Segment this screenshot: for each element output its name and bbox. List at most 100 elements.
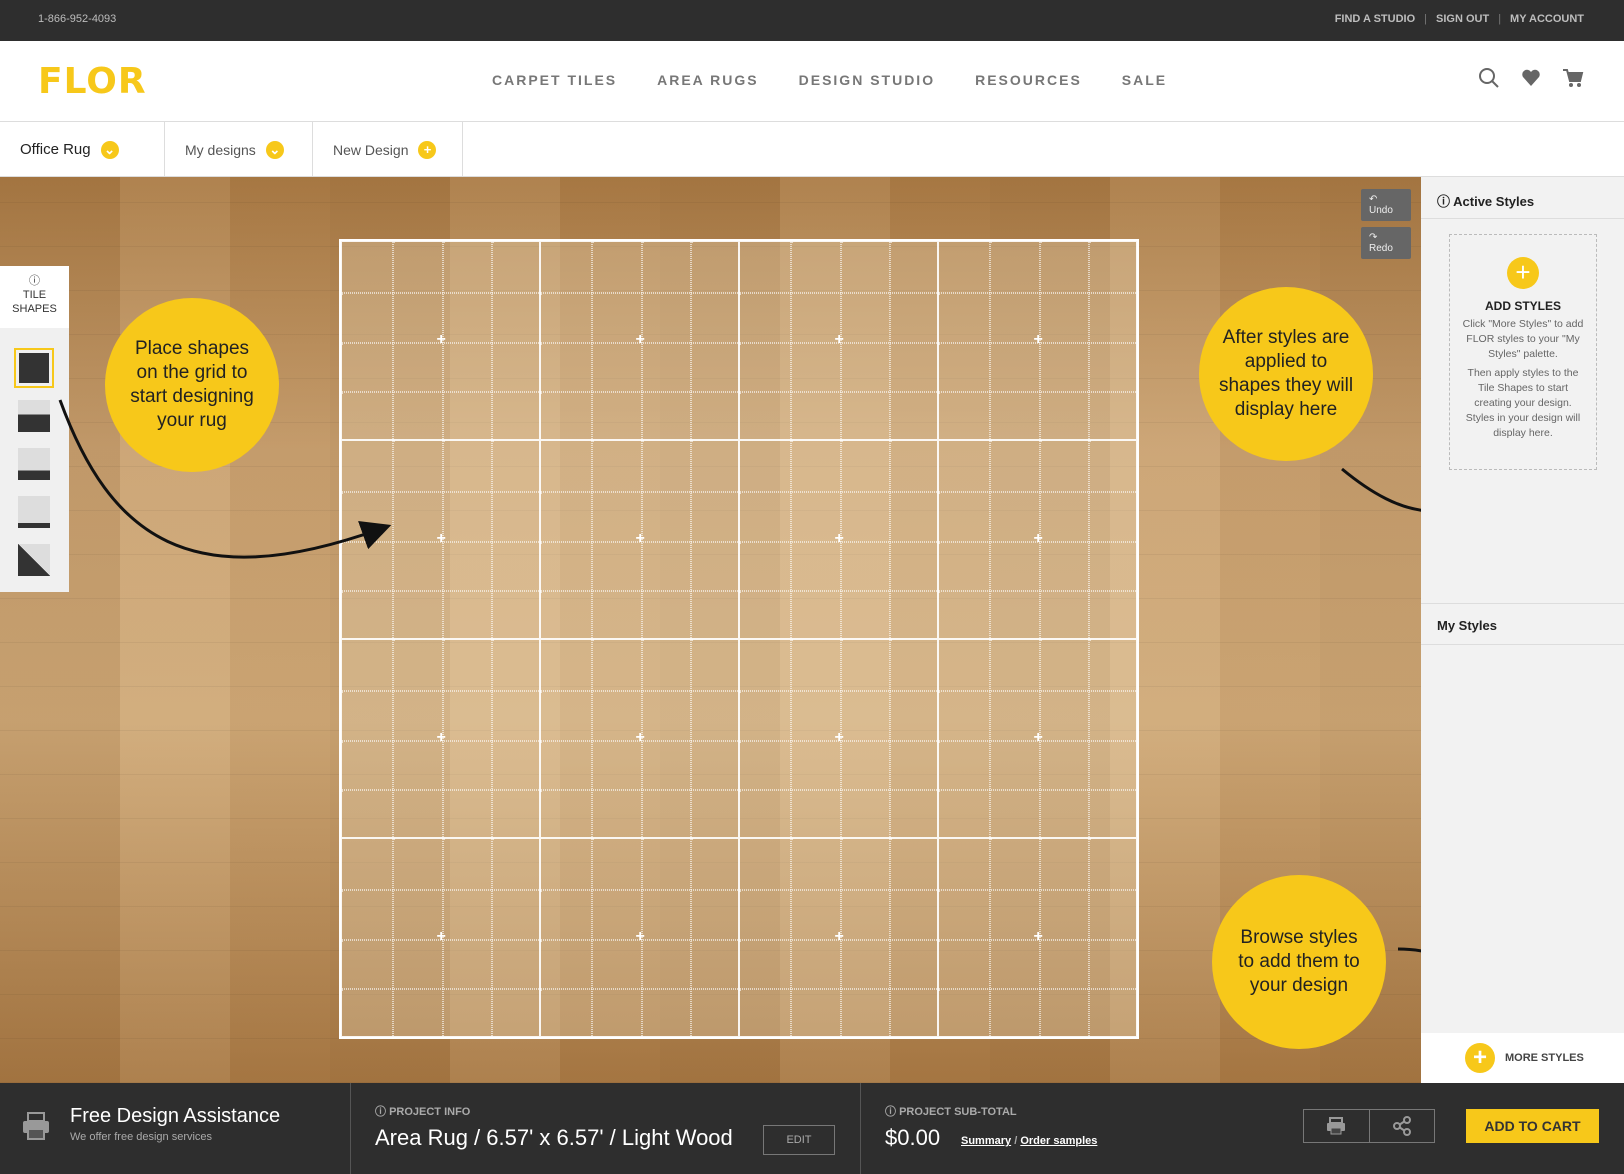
- subtotal-value: $0.00: [885, 1125, 941, 1150]
- grid-plus-icon[interactable]: +: [437, 928, 446, 946]
- redo-button[interactable]: ↷ Redo: [1361, 227, 1411, 259]
- grid-cell[interactable]: +: [540, 639, 740, 839]
- grid-subline: [939, 391, 1138, 394]
- grid-subline: [541, 988, 740, 991]
- grid-subline: [939, 988, 1138, 991]
- edit-button[interactable]: EDIT: [763, 1125, 835, 1155]
- grid-subline: [939, 590, 1138, 593]
- undo-button[interactable]: ↶ Undo: [1361, 189, 1411, 221]
- grid-cell[interactable]: +: [341, 838, 541, 1038]
- grid-subline: [342, 590, 541, 593]
- nav-resources[interactable]: RESOURCES: [975, 72, 1082, 88]
- grid-cell[interactable]: +: [739, 838, 939, 1038]
- grid-plus-icon[interactable]: +: [636, 331, 645, 349]
- plus-icon[interactable]: +: [418, 140, 437, 159]
- search-icon[interactable]: [1478, 67, 1500, 89]
- print-button[interactable]: [1304, 1110, 1369, 1142]
- grid-cell[interactable]: +: [341, 639, 541, 839]
- summary-link[interactable]: Summary: [961, 1135, 1011, 1147]
- grid-subline: [939, 789, 1138, 792]
- cart-icon[interactable]: [1562, 67, 1584, 89]
- grid-cell[interactable]: +: [739, 241, 939, 441]
- grid-cell[interactable]: +: [739, 440, 939, 640]
- grid-cell[interactable]: +: [341, 440, 541, 640]
- grid-plus-icon[interactable]: +: [437, 530, 446, 548]
- callout-styles-display: After styles are applied to shapes they …: [1199, 287, 1373, 461]
- heart-icon[interactable]: [1520, 67, 1542, 89]
- chevron-down-icon[interactable]: ⌄: [265, 140, 284, 159]
- grid-subline: [889, 242, 892, 441]
- grid-cell[interactable]: +: [938, 241, 1138, 441]
- grid-plus-icon[interactable]: +: [1034, 928, 1043, 946]
- grid-cell[interactable]: +: [938, 838, 1138, 1038]
- add-to-cart-button[interactable]: ADD TO CART: [1466, 1109, 1599, 1143]
- add-styles-box[interactable]: + ADD STYLES Click "More Styles" to add …: [1449, 234, 1597, 470]
- grid-plus-icon[interactable]: +: [636, 928, 645, 946]
- grid-subline: [690, 640, 693, 839]
- link-separator: /: [1014, 1135, 1018, 1147]
- three-quarter-tile-shape[interactable]: [18, 400, 50, 432]
- grid-plus-icon[interactable]: +: [1034, 729, 1043, 747]
- grid-plus-icon[interactable]: +: [636, 530, 645, 548]
- tile-shapes-header: ⓘ TILE SHAPES: [0, 266, 69, 328]
- grid-plus-icon[interactable]: +: [835, 729, 844, 747]
- grid-subline: [740, 789, 939, 792]
- grid-plus-icon[interactable]: +: [1034, 331, 1043, 349]
- more-styles-button[interactable]: + MORE STYLES: [1421, 1033, 1624, 1083]
- grid-subline: [690, 242, 693, 441]
- grid-subline: [342, 988, 541, 991]
- top-utility-bar: 1-866-952-4093 FIND A STUDIO | SIGN OUT …: [0, 0, 1624, 41]
- sign-out-link[interactable]: SIGN OUT: [1436, 13, 1489, 25]
- tab-my-designs[interactable]: My designs ⌄: [165, 122, 313, 177]
- divider: |: [1424, 13, 1428, 25]
- design-assistance-section[interactable]: Free Design Assistance We offer free des…: [0, 1083, 351, 1174]
- tab-new-design[interactable]: New Design +: [313, 122, 463, 177]
- add-styles-plus-icon[interactable]: +: [1507, 257, 1539, 289]
- nav-area-rugs[interactable]: AREA RUGS: [657, 72, 759, 88]
- grid-cell[interactable]: +: [540, 440, 740, 640]
- more-styles-label: MORE STYLES: [1505, 1052, 1584, 1064]
- flor-logo[interactable]: FLOR: [38, 61, 147, 102]
- active-styles-title: Active Styles: [1453, 194, 1535, 209]
- main-header: FLOR CARPET TILES AREA RUGS DESIGN STUDI…: [0, 41, 1624, 122]
- grid-plus-icon[interactable]: +: [437, 331, 446, 349]
- grid-plus-icon[interactable]: +: [835, 530, 844, 548]
- grid-subline: [541, 789, 740, 792]
- project-info-label-text: PROJECT INFO: [389, 1106, 471, 1118]
- tab-office-rug[interactable]: Office Rug ⌄: [0, 122, 165, 177]
- nav-carpet-tiles[interactable]: CARPET TILES: [492, 72, 617, 88]
- grid-cell[interactable]: +: [540, 241, 740, 441]
- grid-cell[interactable]: +: [540, 838, 740, 1038]
- styles-sidebar: ⓘ Active Styles + ADD STYLES Click "More…: [1421, 177, 1624, 1083]
- grid-cell[interactable]: +: [739, 639, 939, 839]
- grid-plus-icon[interactable]: +: [835, 928, 844, 946]
- grid-subline: [491, 839, 494, 1038]
- half-tile-shape[interactable]: [18, 448, 50, 480]
- grid-subline: [342, 391, 541, 394]
- grid-plus-icon[interactable]: +: [437, 729, 446, 747]
- grid-plus-icon[interactable]: +: [1034, 530, 1043, 548]
- full-tile-shape[interactable]: [14, 348, 54, 388]
- my-account-link[interactable]: MY ACCOUNT: [1510, 13, 1584, 25]
- nav-sale[interactable]: SALE: [1122, 72, 1167, 88]
- grid-subline: [1088, 640, 1091, 839]
- grid-cell[interactable]: +: [938, 639, 1138, 839]
- grid-cell[interactable]: +: [938, 440, 1138, 640]
- plus-icon: +: [1465, 1043, 1495, 1073]
- grid-cell[interactable]: +: [341, 241, 541, 441]
- share-button[interactable]: [1368, 1110, 1435, 1142]
- rug-grid[interactable]: + + + + + + + + + + + + + + + +: [339, 239, 1139, 1039]
- nav-design-studio[interactable]: DESIGN STUDIO: [799, 72, 935, 88]
- tab-label: My designs: [185, 141, 256, 158]
- info-icon: ⓘ: [29, 275, 40, 287]
- assist-title: Free Design Assistance: [70, 1105, 281, 1127]
- grid-plus-icon[interactable]: +: [835, 331, 844, 349]
- find-a-studio-link[interactable]: FIND A STUDIO: [1335, 13, 1415, 25]
- chevron-down-icon[interactable]: ⌄: [100, 140, 119, 159]
- design-canvas[interactable]: ↶ Undo ↷ Redo ⓘ TILE SHAPES + + + + + + + + + + + +…: [0, 177, 1421, 1083]
- tab-label: Office Rug: [20, 141, 91, 158]
- triangle-tile-shape[interactable]: [18, 544, 50, 576]
- grid-plus-icon[interactable]: +: [636, 729, 645, 747]
- order-samples-link[interactable]: Order samples: [1020, 1135, 1097, 1147]
- quarter-tile-shape[interactable]: [18, 496, 50, 528]
